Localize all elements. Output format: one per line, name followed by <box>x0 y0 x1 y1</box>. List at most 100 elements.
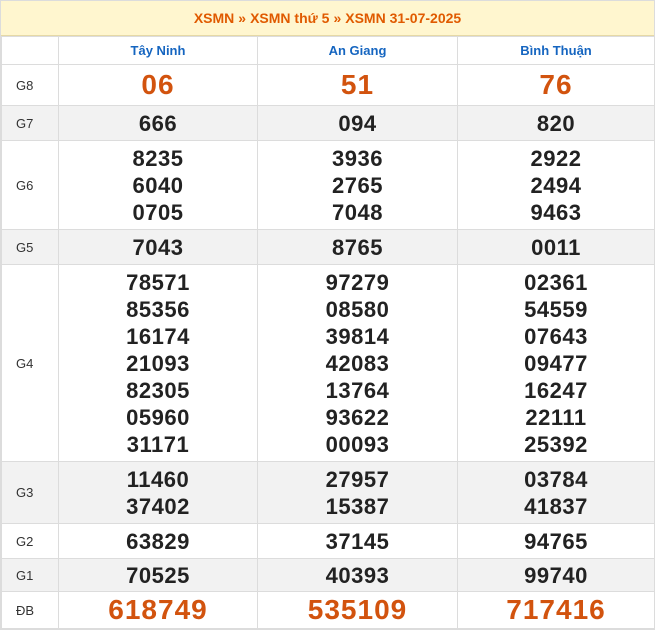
prize-cell: 03784 41837 <box>457 461 655 524</box>
prize-cell: 78571 85356 16174 21093 82305 05960 31171 <box>58 264 258 462</box>
prize-cell: 3936 2765 7048 <box>257 140 458 230</box>
prize-cell: 820 <box>457 105 655 141</box>
prize-number: 21093 <box>126 350 190 376</box>
prize-label: ĐB <box>1 591 59 629</box>
header-spacer <box>1 36 59 65</box>
prize-number: 717416 <box>506 594 606 625</box>
prize-row-g6: G6 8235 6040 0705 3936 2765 7048 2922 2494 9463 <box>1 140 655 230</box>
prize-number: 03784 <box>524 466 588 492</box>
prize-number: 6040 <box>132 172 184 198</box>
prize-label: G7 <box>1 105 59 141</box>
prize-label: G6 <box>1 140 59 230</box>
prize-number: 7048 <box>332 199 383 225</box>
prize-number: 99740 <box>524 562 588 588</box>
prize-label: G2 <box>1 523 59 559</box>
results-table: Tây Ninh An Giang Bình Thuận G8 06 51 76 G7 6… <box>1 36 655 629</box>
prize-number: 2922 <box>530 145 582 171</box>
breadcrumb-weekday-link[interactable]: XSMN thứ 5 <box>250 10 329 26</box>
prize-cell: 63829 <box>58 523 258 559</box>
prize-number: 2494 <box>530 172 582 198</box>
prize-number: 9463 <box>530 199 582 225</box>
prize-number: 42083 <box>325 350 390 376</box>
prize-row-g1: G1 70525 40393 99740 <box>1 558 655 592</box>
prize-cell: 40393 <box>257 558 458 592</box>
prize-cell: 99740 <box>457 558 655 592</box>
prize-row-g3: G3 11460 37402 27957 15387 03784 41837 <box>1 461 655 524</box>
province-header-tay-ninh: Tây Ninh <box>58 36 258 65</box>
prize-table-body: G8 06 51 76 G7 666 094 820 G6 8235 6040 0705 3936 276… <box>1 64 655 629</box>
prize-number: 07643 <box>524 323 588 349</box>
prize-number: 97279 <box>325 269 390 295</box>
prize-cell: 618749 <box>58 591 258 629</box>
prize-cell: 02361 54559 07643 09477 16247 22111 25392 <box>457 264 655 462</box>
prize-number: 0705 <box>132 199 184 225</box>
prize-cell: 666 <box>58 105 258 141</box>
prize-cell: 0011 <box>457 229 655 265</box>
prize-number: 78571 <box>126 269 190 295</box>
prize-number: 40393 <box>325 562 390 588</box>
prize-cell: 717416 <box>457 591 655 629</box>
prize-number: 27957 <box>325 466 390 492</box>
prize-number: 00093 <box>325 431 390 457</box>
prize-number: 54559 <box>524 296 588 322</box>
prize-number: 37402 <box>126 493 190 519</box>
prize-cell: 27957 15387 <box>257 461 458 524</box>
breadcrumb-separator: » <box>333 10 342 26</box>
prize-number: 94765 <box>524 528 588 554</box>
prize-number: 08580 <box>325 296 390 322</box>
prize-number: 16247 <box>524 377 588 403</box>
prize-row-g4: G4 78571 85356 16174 21093 82305 05960 31171 972… <box>1 264 655 462</box>
prize-cell: 51 <box>257 64 458 106</box>
prize-number: 0011 <box>531 234 581 260</box>
prize-number: 37145 <box>325 528 390 554</box>
breadcrumb: XSMN» XSMN thứ 5» XSMN 31-07-2025 <box>1 1 654 36</box>
prize-number: 2765 <box>332 172 383 198</box>
prize-cell: 535109 <box>257 591 458 629</box>
prize-number: 094 <box>338 110 377 136</box>
prize-row-g2: G2 63829 37145 94765 <box>1 523 655 559</box>
prize-cell: 2922 2494 9463 <box>457 140 655 230</box>
prize-number: 51 <box>340 69 375 100</box>
prize-cell: 76 <box>457 64 655 106</box>
prize-number: 25392 <box>524 431 588 457</box>
breadcrumb-xsmn-link[interactable]: XSMN <box>194 10 234 26</box>
prize-number: 8235 <box>132 145 184 171</box>
prize-label: G8 <box>1 64 59 106</box>
prize-number: 93622 <box>325 404 390 430</box>
prize-number: 15387 <box>325 493 390 519</box>
prize-number: 11460 <box>126 466 190 492</box>
prize-cell: 37145 <box>257 523 458 559</box>
prize-label: G5 <box>1 229 59 265</box>
prize-number: 82305 <box>126 377 190 403</box>
prize-number: 70525 <box>126 562 190 588</box>
prize-number: 7043 <box>132 234 184 260</box>
prize-number: 76 <box>539 69 573 100</box>
breadcrumb-date-link[interactable]: XSMN 31-07-2025 <box>345 10 461 26</box>
breadcrumb-separator: » <box>238 10 247 26</box>
prize-number: 31171 <box>126 431 190 457</box>
prize-number: 39814 <box>325 323 390 349</box>
prize-number: 02361 <box>524 269 588 295</box>
prize-number: 16174 <box>126 323 190 349</box>
prize-cell: 7043 <box>58 229 258 265</box>
prize-cell: 94765 <box>457 523 655 559</box>
province-header-row: Tây Ninh An Giang Bình Thuận <box>1 36 655 65</box>
prize-number: 3936 <box>332 145 383 171</box>
province-header-an-giang: An Giang <box>257 36 458 65</box>
prize-label: G3 <box>1 461 59 524</box>
prize-cell: 70525 <box>58 558 258 592</box>
prize-cell: 8235 6040 0705 <box>58 140 258 230</box>
prize-number: 666 <box>138 110 178 136</box>
prize-label: G1 <box>1 558 59 592</box>
prize-number: 85356 <box>126 296 190 322</box>
province-header-binh-thuan: Bình Thuận <box>457 36 655 65</box>
prize-number: 63829 <box>126 528 190 554</box>
prize-number: 13764 <box>325 377 390 403</box>
results-panel: XSMN» XSMN thứ 5» XSMN 31-07-2025 Tây Ninh… <box>0 0 655 630</box>
prize-row-g7: G7 666 094 820 <box>1 105 655 141</box>
prize-row-g5: G5 7043 8765 0011 <box>1 229 655 265</box>
prize-cell: 11460 37402 <box>58 461 258 524</box>
prize-number: 41837 <box>524 493 588 519</box>
prize-row-db: ĐB 618749 535109 717416 <box>1 591 655 629</box>
prize-number: 618749 <box>108 594 208 625</box>
